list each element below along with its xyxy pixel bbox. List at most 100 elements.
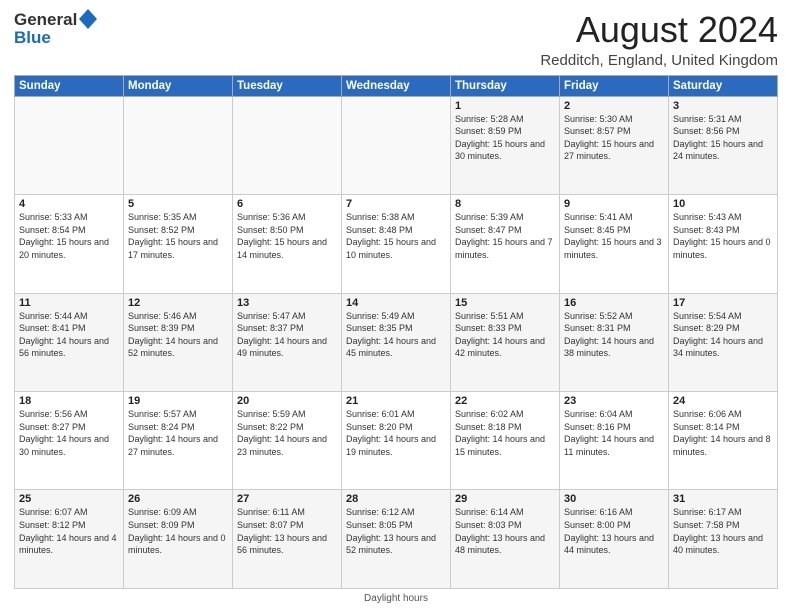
day-number: 13: [237, 297, 337, 309]
day-cell: 19 Sunrise: 5:57 AM Sunset: 8:24 PM Dayl…: [124, 392, 233, 490]
daylight-label: Daylight: 14 hours and 27 minutes.: [128, 434, 218, 457]
day-info: Sunrise: 6:11 AM Sunset: 8:07 PM Dayligh…: [237, 506, 337, 556]
day-cell: 4 Sunrise: 5:33 AM Sunset: 8:54 PM Dayli…: [15, 195, 124, 293]
day-cell: 17 Sunrise: 5:54 AM Sunset: 8:29 PM Dayl…: [669, 293, 778, 391]
day-cell: 2 Sunrise: 5:30 AM Sunset: 8:57 PM Dayli…: [560, 96, 669, 194]
sunrise-label: Sunrise: 6:14 AM: [455, 507, 524, 517]
day-cell: 7 Sunrise: 5:38 AM Sunset: 8:48 PM Dayli…: [342, 195, 451, 293]
sunset-label: Sunset: 8:03 PM: [455, 520, 522, 530]
day-info: Sunrise: 6:16 AM Sunset: 8:00 PM Dayligh…: [564, 506, 664, 556]
day-number: 17: [673, 297, 773, 309]
sunset-label: Sunset: 8:57 PM: [564, 126, 631, 136]
daylight-label: Daylight: 14 hours and 42 minutes.: [455, 336, 545, 359]
sunrise-label: Sunrise: 5:46 AM: [128, 311, 197, 321]
day-info: Sunrise: 6:17 AM Sunset: 7:58 PM Dayligh…: [673, 506, 773, 556]
day-info: Sunrise: 6:01 AM Sunset: 8:20 PM Dayligh…: [346, 408, 446, 458]
sunrise-label: Sunrise: 5:35 AM: [128, 212, 197, 222]
day-info: Sunrise: 5:57 AM Sunset: 8:24 PM Dayligh…: [128, 408, 228, 458]
sunrise-label: Sunrise: 5:30 AM: [564, 114, 633, 124]
header: General Blue August 2024 Redditch, Engla…: [14, 10, 778, 69]
day-info: Sunrise: 5:43 AM Sunset: 8:43 PM Dayligh…: [673, 211, 773, 261]
day-info: Sunrise: 5:38 AM Sunset: 8:48 PM Dayligh…: [346, 211, 446, 261]
daylight-label: Daylight: 15 hours and 14 minutes.: [237, 237, 327, 260]
day-cell: 22 Sunrise: 6:02 AM Sunset: 8:18 PM Dayl…: [451, 392, 560, 490]
day-number: 29: [455, 493, 555, 505]
day-number: 8: [455, 198, 555, 210]
sunrise-label: Sunrise: 5:52 AM: [564, 311, 633, 321]
day-cell: 16 Sunrise: 5:52 AM Sunset: 8:31 PM Dayl…: [560, 293, 669, 391]
daylight-label: Daylight: 15 hours and 0 minutes.: [673, 237, 771, 260]
daylight-label: Daylight: 14 hours and 11 minutes.: [564, 434, 654, 457]
day-cell: 12 Sunrise: 5:46 AM Sunset: 8:39 PM Dayl…: [124, 293, 233, 391]
sunset-label: Sunset: 8:12 PM: [19, 520, 86, 530]
week-row-2: 4 Sunrise: 5:33 AM Sunset: 8:54 PM Dayli…: [15, 195, 778, 293]
sunrise-label: Sunrise: 5:47 AM: [237, 311, 306, 321]
header-row: Sunday Monday Tuesday Wednesday Thursday…: [15, 75, 778, 96]
daylight-label: Daylight: 13 hours and 52 minutes.: [346, 533, 436, 556]
day-info: Sunrise: 5:51 AM Sunset: 8:33 PM Dayligh…: [455, 310, 555, 360]
day-number: 3: [673, 100, 773, 112]
page: General Blue August 2024 Redditch, Engla…: [0, 0, 792, 612]
sunrise-label: Sunrise: 5:54 AM: [673, 311, 742, 321]
day-info: Sunrise: 6:09 AM Sunset: 8:09 PM Dayligh…: [128, 506, 228, 556]
day-cell: 18 Sunrise: 5:56 AM Sunset: 8:27 PM Dayl…: [15, 392, 124, 490]
sunset-label: Sunset: 8:48 PM: [346, 225, 413, 235]
day-cell: 27 Sunrise: 6:11 AM Sunset: 8:07 PM Dayl…: [233, 490, 342, 589]
daylight-label: Daylight: 14 hours and 45 minutes.: [346, 336, 436, 359]
sunrise-label: Sunrise: 5:41 AM: [564, 212, 633, 222]
day-info: Sunrise: 5:28 AM Sunset: 8:59 PM Dayligh…: [455, 113, 555, 163]
logo-icon: [79, 9, 97, 29]
logo-blue-text: Blue: [14, 28, 51, 48]
day-number: 9: [564, 198, 664, 210]
day-cell: 5 Sunrise: 5:35 AM Sunset: 8:52 PM Dayli…: [124, 195, 233, 293]
day-info: Sunrise: 5:59 AM Sunset: 8:22 PM Dayligh…: [237, 408, 337, 458]
sunset-label: Sunset: 8:09 PM: [128, 520, 195, 530]
col-tuesday: Tuesday: [233, 75, 342, 96]
daylight-label: Daylight: 14 hours and 23 minutes.: [237, 434, 327, 457]
sunset-label: Sunset: 8:52 PM: [128, 225, 195, 235]
day-cell: 3 Sunrise: 5:31 AM Sunset: 8:56 PM Dayli…: [669, 96, 778, 194]
day-number: 20: [237, 395, 337, 407]
sunset-label: Sunset: 8:05 PM: [346, 520, 413, 530]
week-row-1: 1 Sunrise: 5:28 AM Sunset: 8:59 PM Dayli…: [15, 96, 778, 194]
day-cell: 13 Sunrise: 5:47 AM Sunset: 8:37 PM Dayl…: [233, 293, 342, 391]
sunrise-label: Sunrise: 6:01 AM: [346, 409, 415, 419]
title-block: August 2024 Redditch, England, United Ki…: [540, 10, 778, 69]
day-info: Sunrise: 6:04 AM Sunset: 8:16 PM Dayligh…: [564, 408, 664, 458]
sunrise-label: Sunrise: 6:09 AM: [128, 507, 197, 517]
daylight-label: Daylight: 15 hours and 7 minutes.: [455, 237, 553, 260]
sunrise-label: Sunrise: 5:36 AM: [237, 212, 306, 222]
sunset-label: Sunset: 8:56 PM: [673, 126, 740, 136]
daylight-label: Daylight: 13 hours and 48 minutes.: [455, 533, 545, 556]
day-number: 14: [346, 297, 446, 309]
calendar-subtitle: Redditch, England, United Kingdom: [540, 52, 778, 69]
day-cell: 29 Sunrise: 6:14 AM Sunset: 8:03 PM Dayl…: [451, 490, 560, 589]
sunset-label: Sunset: 8:43 PM: [673, 225, 740, 235]
sunset-label: Sunset: 8:59 PM: [455, 126, 522, 136]
col-monday: Monday: [124, 75, 233, 96]
sunrise-label: Sunrise: 5:28 AM: [455, 114, 524, 124]
daylight-label: Daylight: 14 hours and 4 minutes.: [19, 533, 117, 556]
day-number: 22: [455, 395, 555, 407]
day-cell: [15, 96, 124, 194]
daylight-label: Daylight: 14 hours and 49 minutes.: [237, 336, 327, 359]
day-number: 30: [564, 493, 664, 505]
col-saturday: Saturday: [669, 75, 778, 96]
day-info: Sunrise: 6:02 AM Sunset: 8:18 PM Dayligh…: [455, 408, 555, 458]
day-info: Sunrise: 5:39 AM Sunset: 8:47 PM Dayligh…: [455, 211, 555, 261]
day-cell: [342, 96, 451, 194]
day-cell: 6 Sunrise: 5:36 AM Sunset: 8:50 PM Dayli…: [233, 195, 342, 293]
logo-general-text: General: [14, 10, 77, 30]
sunrise-label: Sunrise: 6:11 AM: [237, 507, 305, 517]
sunset-label: Sunset: 8:35 PM: [346, 323, 413, 333]
daylight-label: Daylight: 14 hours and 38 minutes.: [564, 336, 654, 359]
daylight-label: Daylight: 15 hours and 27 minutes.: [564, 139, 654, 162]
sunrise-label: Sunrise: 5:39 AM: [455, 212, 524, 222]
sunset-label: Sunset: 8:45 PM: [564, 225, 631, 235]
daylight-label: Daylight: 14 hours and 30 minutes.: [19, 434, 109, 457]
day-info: Sunrise: 5:35 AM Sunset: 8:52 PM Dayligh…: [128, 211, 228, 261]
day-info: Sunrise: 5:31 AM Sunset: 8:56 PM Dayligh…: [673, 113, 773, 163]
day-number: 10: [673, 198, 773, 210]
sunrise-label: Sunrise: 5:57 AM: [128, 409, 197, 419]
daylight-label: Daylight: 15 hours and 20 minutes.: [19, 237, 109, 260]
